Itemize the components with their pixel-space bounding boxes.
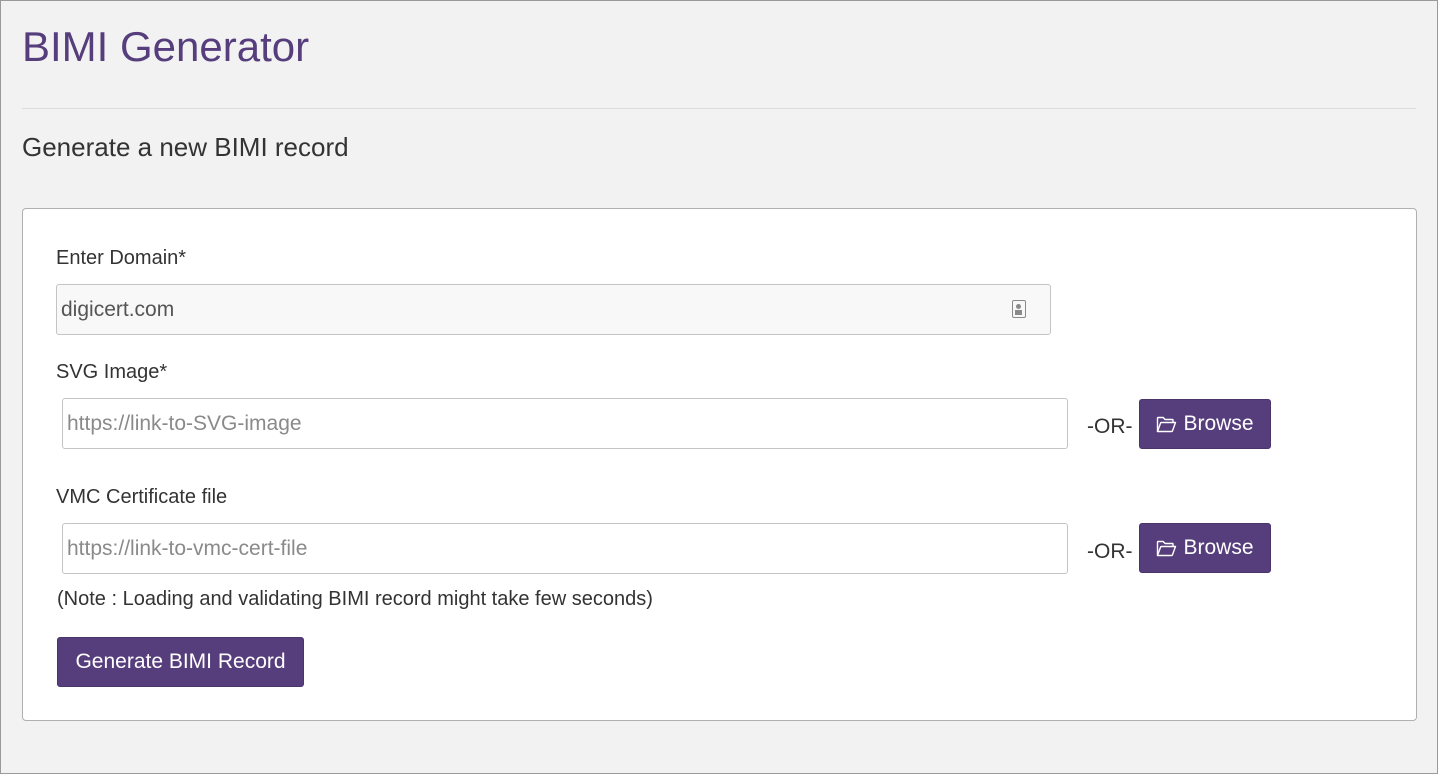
vmc-browse-label: Browse [1183, 536, 1254, 559]
svg-browse-button[interactable]: Browse [1139, 399, 1271, 449]
folder-open-icon [1156, 416, 1177, 433]
vmc-browse-button[interactable]: Browse [1139, 523, 1271, 573]
vmc-certificate-label: VMC Certificate file [56, 486, 228, 508]
domain-label: Enter Domain* [56, 247, 187, 269]
page-title: BIMI Generator [22, 23, 310, 70]
page: BIMI Generator Generate a new BIMI recor… [0, 0, 1438, 774]
section-title: Generate a new BIMI record [22, 132, 349, 162]
svg-browse-label: Browse [1183, 412, 1254, 435]
contact-card-icon[interactable] [1012, 300, 1026, 318]
domain-input[interactable] [56, 284, 1051, 335]
folder-open-icon [1156, 540, 1177, 557]
title-divider [22, 108, 1416, 109]
svg-image-label: SVG Image* [56, 361, 168, 383]
svg-or-separator: -OR- [1087, 415, 1133, 438]
generate-bimi-record-button[interactable]: Generate BIMI Record [57, 637, 304, 687]
svg-image-url-input[interactable] [62, 398, 1068, 449]
vmc-or-separator: -OR- [1087, 540, 1133, 563]
loading-note: (Note : Loading and validating BIMI reco… [57, 588, 653, 610]
vmc-certificate-url-input[interactable] [62, 523, 1068, 574]
bimi-form-card: Enter Domain* SVG Image* -OR- Browse VMC… [22, 208, 1417, 721]
